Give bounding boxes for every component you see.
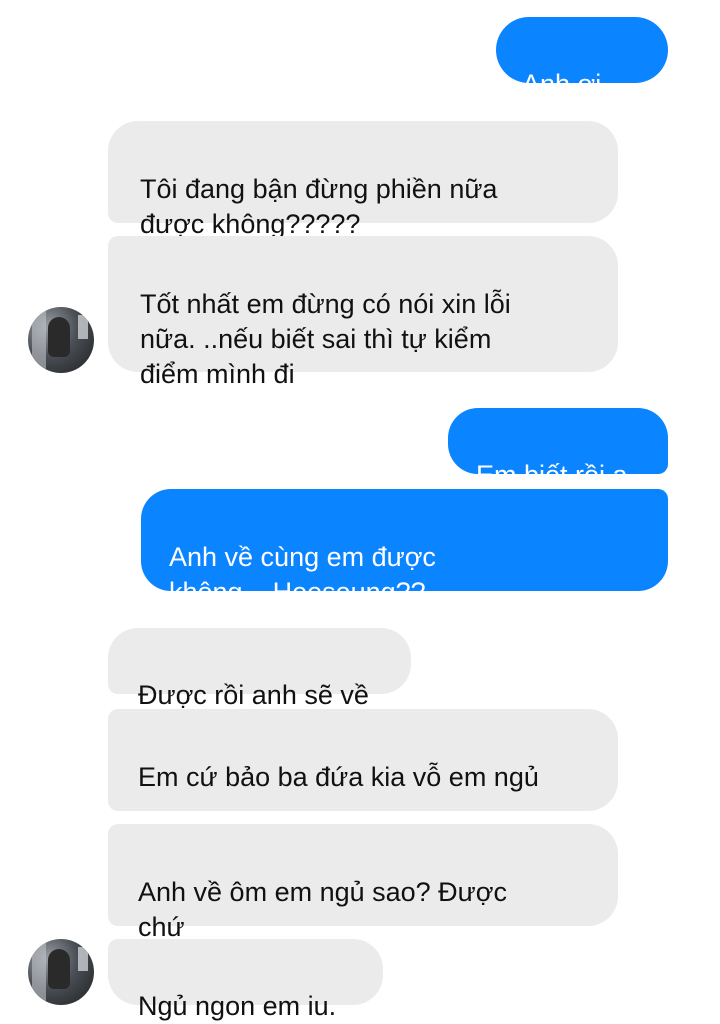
avatar-photo-detail (78, 947, 88, 971)
outgoing-message[interactable]: Anh ơi... (496, 17, 668, 99)
incoming-message[interactable]: Anh về ôm em ngủ sao? Được chứ (108, 824, 618, 942)
contact-avatar[interactable] (28, 307, 94, 373)
incoming-message[interactable]: Ngủ ngon em iu. (108, 939, 383, 1021)
message-text: Anh ơi... (522, 69, 624, 99)
message-text: Tôi đang bận đừng phiền nữa được không??… (140, 174, 498, 239)
message-text: Anh về ôm em ngủ sao? Được chứ (138, 877, 507, 942)
avatar-photo-detail (32, 311, 46, 369)
message-text: Ngủ ngon em iu. (138, 991, 337, 1021)
message-text: Anh về cùng em được không....Heeseung?? (169, 542, 436, 607)
message-text: Được rồi anh sẽ về (138, 680, 369, 710)
incoming-message[interactable]: Tốt nhất em đừng có nói xin lỗi nữa. ..n… (108, 236, 618, 389)
outgoing-message[interactable]: Em biết rồi ạ (448, 408, 668, 490)
avatar-photo-person (48, 949, 70, 989)
incoming-message[interactable]: Em cứ bảo ba đứa kia vỗ em ngủ đi zzz (108, 709, 618, 899)
message-text: Tốt nhất em đừng có nói xin lỗi nữa. ..n… (140, 289, 511, 389)
avatar-photo-person (48, 317, 70, 357)
avatar-photo-detail (78, 315, 88, 339)
incoming-message[interactable]: Được rồi anh sẽ về (108, 628, 411, 710)
avatar-photo-detail (32, 943, 46, 1001)
contact-avatar[interactable] (28, 939, 94, 1005)
outgoing-message[interactable]: Anh về cùng em được không....Heeseung?? (141, 489, 668, 607)
message-text-line-1: Em cứ bảo ba đứa kia vỗ em ngủ (138, 762, 539, 792)
message-text: Em biết rồi ạ (476, 460, 628, 490)
incoming-message[interactable]: Tôi đang bận đừng phiền nữa được không??… (108, 121, 618, 239)
